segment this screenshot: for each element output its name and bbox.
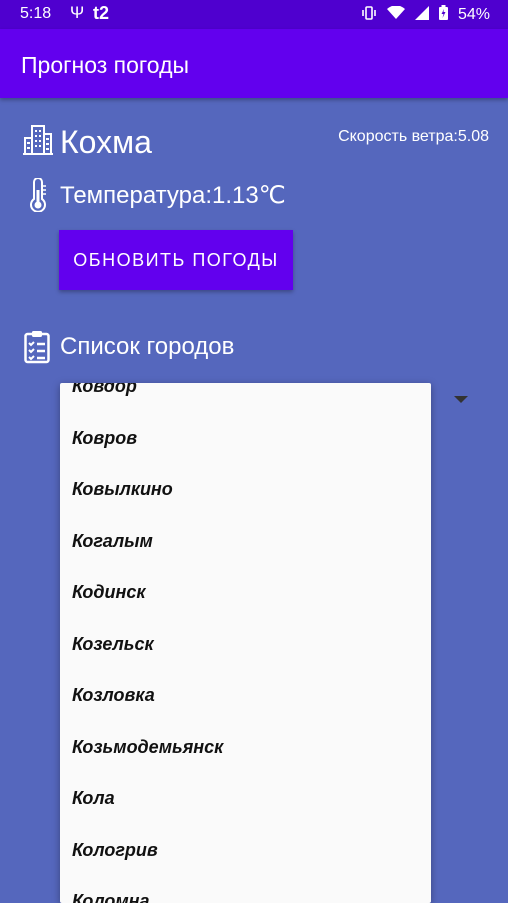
dropdown-item[interactable]: Козельск bbox=[60, 619, 431, 671]
dropdown-item[interactable]: Кола bbox=[60, 773, 431, 825]
status-bar: 5:18 Ψ t2 54% bbox=[0, 0, 508, 29]
dropdown-item[interactable]: Кологрив bbox=[60, 825, 431, 877]
wind-speed: Скорость ветра:5.08 bbox=[338, 128, 489, 145]
battery-percent: 54% bbox=[457, 6, 490, 23]
dropdown-item[interactable]: Ковдор bbox=[60, 383, 431, 413]
app-title: Прогноз погоды bbox=[21, 52, 190, 78]
app-bar: Прогноз погоды bbox=[0, 29, 508, 98]
refresh-weather-button[interactable]: ОБНОВИТЬ ПОГОДЫ bbox=[59, 230, 293, 290]
thermometer-icon bbox=[28, 177, 48, 217]
carrier-label: t2 bbox=[93, 3, 110, 23]
city-dropdown[interactable]: Ковдор Ковров Ковылкино Когалым Кодинск Козел… bbox=[60, 383, 431, 903]
dropdown-item[interactable]: Ковров bbox=[60, 413, 431, 465]
status-time: 5:18 bbox=[20, 5, 52, 22]
dropdown-item[interactable]: Коломна bbox=[60, 876, 431, 903]
vibrate-icon bbox=[361, 5, 377, 25]
temperature: Температура:1.13℃ bbox=[60, 182, 286, 209]
city-name: Кохма bbox=[60, 124, 152, 160]
usb-icon: Ψ bbox=[70, 3, 85, 22]
battery-icon bbox=[438, 5, 448, 25]
dropdown-item[interactable]: Козьмодемьянск bbox=[60, 722, 431, 774]
dropdown-item[interactable]: Ковылкино bbox=[60, 464, 431, 516]
chevron-down-icon[interactable] bbox=[454, 396, 468, 403]
clipboard-list-icon bbox=[24, 330, 50, 369]
dropdown-item[interactable]: Кодинск bbox=[60, 567, 431, 619]
wifi-icon bbox=[386, 4, 405, 25]
dropdown-item[interactable]: Козловка bbox=[60, 670, 431, 722]
city-icon bbox=[23, 124, 53, 161]
city-list-label: Список городов bbox=[60, 333, 235, 360]
signal-icon bbox=[414, 5, 429, 25]
dropdown-item[interactable]: Когалым bbox=[60, 516, 431, 568]
